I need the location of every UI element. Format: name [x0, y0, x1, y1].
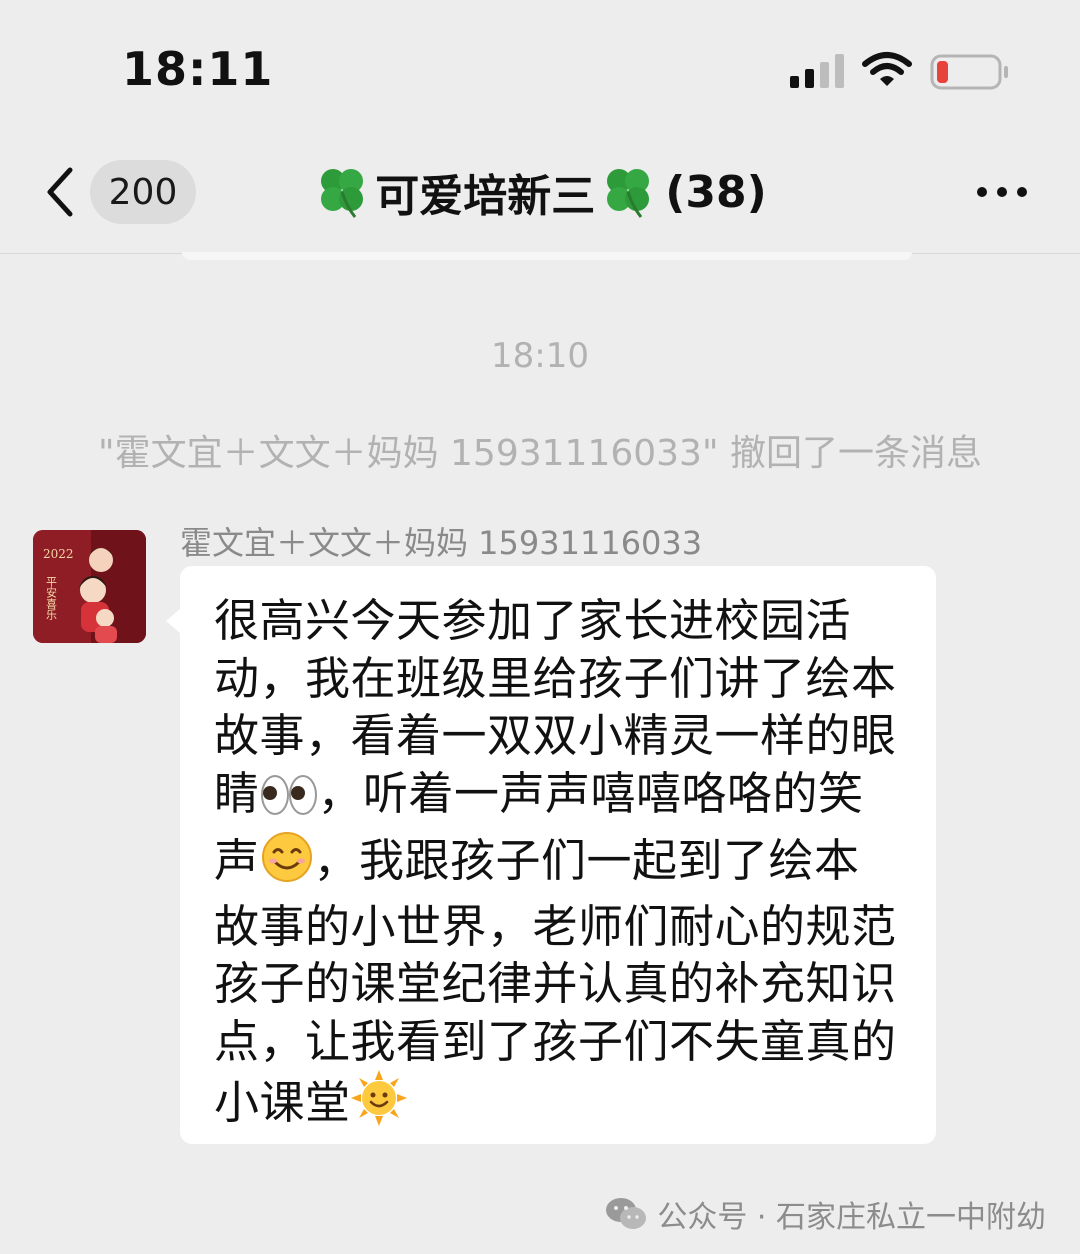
message-bubble[interactable]: 很高兴今天参加了家长进校园活动，我在班级里给孩子们讲了绘本故事，看着一双双小精灵…	[180, 566, 936, 1144]
official-account-watermark: 公众号 · 石家庄私立一中附幼	[605, 1192, 1046, 1236]
more-horizontal-icon[interactable]	[974, 180, 1030, 204]
eyes-emoji-icon	[260, 773, 318, 831]
cellular-signal-icon	[790, 54, 844, 88]
status-time: 18:11	[122, 42, 274, 96]
four-leaf-clover-icon	[607, 169, 650, 218]
avatar[interactable]: 2022 平安喜乐	[33, 530, 146, 643]
smiling-face-emoji-icon	[260, 830, 314, 898]
message-text-part: ，我跟孩子们一起到了绘本故事的小世界，老师们耐心的规范孩子的课堂纪律并认真的补充…	[214, 834, 897, 1129]
wechat-icon	[606, 1198, 647, 1229]
member-count: (38)	[665, 166, 767, 218]
sender-name: 霍文宜＋文文＋妈妈 15931116033	[180, 524, 703, 562]
message-timestamp: 18:10	[491, 336, 589, 376]
avatar-greeting-text: 平安喜乐	[45, 576, 58, 620]
avatar-year-text: 2022	[43, 547, 74, 561]
status-bar: 18:11	[0, 0, 1080, 130]
chat-title: 可爱培新三	[375, 171, 596, 222]
four-leaf-clover-icon	[321, 169, 364, 218]
chat-title-group[interactable]: 可爱培新三 (38)	[0, 160, 1080, 224]
chat-header: 200 可爱培新三 (38)	[0, 130, 1080, 254]
watermark-text: 公众号 · 石家庄私立一中附幼	[657, 1200, 1046, 1235]
sun-with-face-emoji-icon	[350, 1070, 407, 1140]
recall-notice: "霍文宜＋文文＋妈妈 15931116033" 撤回了一条消息	[98, 433, 982, 474]
bubble-tail	[166, 608, 181, 634]
message-text: 很高兴今天参加了家长进校园活动，我在班级里给孩子们讲了绘本故事，看着一双双小精灵…	[214, 592, 904, 1140]
battery-low-icon	[930, 54, 1008, 90]
avatar-illustration: 2022 平安喜乐	[33, 530, 146, 643]
pinned-message-edge	[182, 252, 912, 260]
wifi-icon	[862, 52, 912, 86]
